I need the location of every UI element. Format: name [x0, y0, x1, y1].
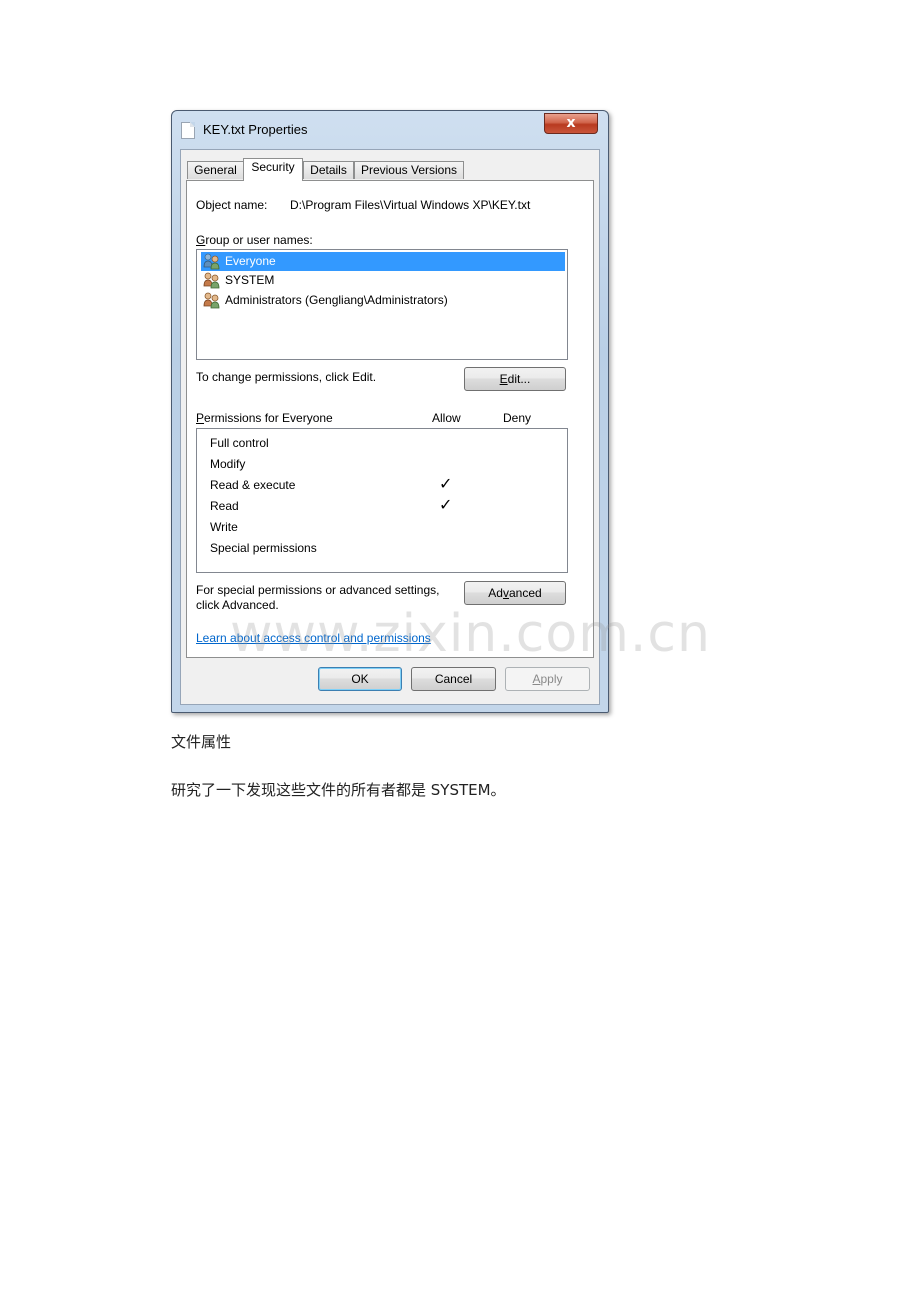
permission-row: Full control: [210, 436, 269, 450]
user-group-icon: [203, 292, 220, 309]
permissions-label-accel: P: [196, 411, 205, 425]
security-tab-panel: Object name: D:\Program Files\Virtual Wi…: [186, 180, 594, 658]
group-label-accel: G: [196, 233, 206, 247]
permission-row: Read & execute: [210, 478, 296, 492]
special-permissions-text-line1: For special permissions or advanced sett…: [196, 583, 440, 597]
group-user-names-label: Group or user names:: [196, 233, 313, 247]
allow-checkmark-icon: ✓: [439, 495, 453, 514]
user-name: SYSTEM: [225, 273, 275, 287]
object-name-label: Object name:: [196, 198, 268, 212]
permissions-for-label: Permissions for Everyone: [196, 411, 333, 425]
edit-button[interactable]: Edit...: [464, 367, 566, 391]
permissions-label-rest: ermissions for Everyone: [204, 411, 333, 425]
user-name: Administrators (Gengliang\Administrators…: [225, 293, 448, 307]
title-bar[interactable]: KEY.txt Properties x: [172, 111, 608, 147]
permission-row: Write: [210, 520, 238, 534]
edit-label-rest: dit...: [507, 372, 531, 386]
watermark: www.zixin.com.cn: [230, 604, 711, 664]
tab-details[interactable]: Details: [303, 161, 354, 179]
figure-caption: 文件属性: [171, 733, 232, 751]
user-name: Everyone: [225, 254, 276, 268]
tab-previous-versions[interactable]: Previous Versions: [354, 161, 464, 179]
permissions-list[interactable]: Full control Modify Read & execute ✓ Rea…: [196, 428, 568, 573]
deny-column-header: Deny: [503, 411, 532, 425]
window-title: KEY.txt Properties: [203, 122, 308, 137]
user-group-icon: [203, 253, 220, 270]
permission-row: Special permissions: [210, 541, 317, 555]
allow-checkmark-icon: ✓: [439, 474, 453, 493]
advanced-label-post: anced: [508, 586, 542, 600]
allow-column-header: Allow: [432, 411, 461, 425]
close-button[interactable]: x: [544, 113, 598, 134]
user-item-everyone[interactable]: Everyone: [201, 252, 565, 271]
user-list[interactable]: Everyone SYSTEM Administrators (Genglian…: [196, 249, 568, 360]
change-permissions-text: To change permissions, click Edit.: [196, 370, 377, 384]
permission-row: Modify: [210, 457, 246, 471]
edit-accel: E: [499, 372, 508, 386]
text-document-icon: [181, 122, 195, 139]
advanced-label-pre: Ad: [488, 586, 503, 600]
ok-button[interactable]: OK: [318, 667, 402, 691]
apply-button[interactable]: Apply: [505, 667, 590, 691]
tab-security[interactable]: Security: [243, 158, 303, 181]
group-label-rest: roup or user names:: [205, 233, 313, 247]
body-paragraph: 研究了一下发现这些文件的所有者都是 SYSTEM。: [171, 781, 506, 799]
permission-row: Read: [210, 499, 239, 513]
cancel-button[interactable]: Cancel: [411, 667, 496, 691]
apply-label-rest: pply: [540, 672, 563, 686]
tab-general[interactable]: General: [187, 161, 244, 179]
object-name-value: D:\Program Files\Virtual Windows XP\KEY.…: [290, 198, 531, 212]
user-group-icon: [203, 272, 220, 289]
apply-accel: A: [532, 672, 541, 686]
advanced-button[interactable]: Advanced: [464, 581, 566, 605]
